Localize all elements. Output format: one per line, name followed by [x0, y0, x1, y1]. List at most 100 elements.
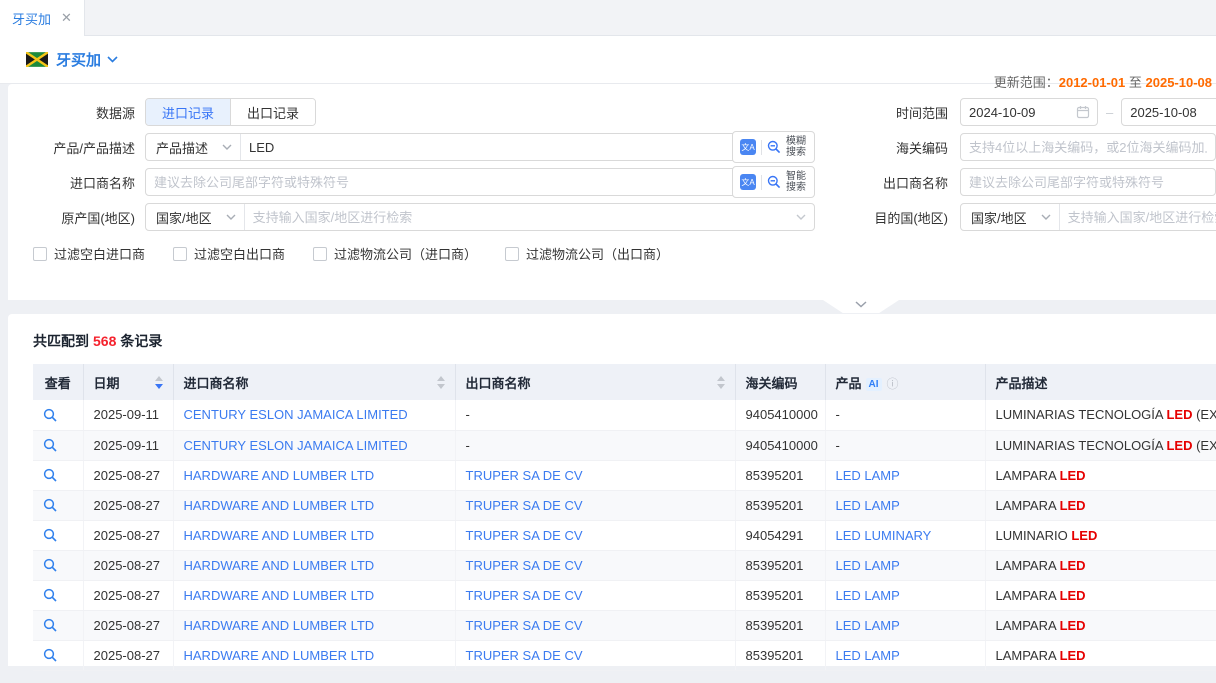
product-link[interactable]: LED LAMP — [836, 558, 900, 573]
fuzzy-search-button[interactable]: 文A 模糊搜索 — [732, 131, 815, 163]
product-cell[interactable]: LED LAMP — [825, 490, 985, 520]
product-cell[interactable]: LED LAMP — [825, 610, 985, 640]
exporter-cell[interactable]: TRUPER SA DE CV — [455, 490, 735, 520]
close-icon[interactable]: ✕ — [61, 10, 72, 26]
importer-link[interactable]: HARDWARE AND LUMBER LTD — [184, 498, 375, 513]
origin-country-select[interactable]: 国家/地区 — [146, 204, 245, 230]
importer-name-input[interactable] — [146, 169, 714, 195]
product-cell[interactable]: LED LAMP — [825, 580, 985, 610]
importer-cell[interactable]: HARDWARE AND LUMBER LTD — [173, 610, 455, 640]
exporter-cell[interactable]: TRUPER SA DE CV — [455, 460, 735, 490]
importer-link[interactable]: HARDWARE AND LUMBER LTD — [184, 468, 375, 483]
view-detail-icon[interactable] — [43, 408, 57, 422]
view-detail-cell[interactable] — [33, 520, 83, 550]
view-detail-icon[interactable] — [43, 438, 57, 452]
exporter-link[interactable]: TRUPER SA DE CV — [466, 618, 583, 633]
smart-search-button[interactable]: 文A 智能搜索 — [732, 166, 815, 198]
column-header-date[interactable]: 日期 — [83, 364, 173, 400]
exporter-cell[interactable]: TRUPER SA DE CV — [455, 580, 735, 610]
view-detail-cell[interactable] — [33, 490, 83, 520]
importer-sort-icon[interactable] — [437, 376, 445, 389]
product-link[interactable]: LED LAMP — [836, 648, 900, 663]
product-cell[interactable]: LED LAMP — [825, 640, 985, 670]
date-sort-icon[interactable] — [155, 376, 163, 389]
exporter-link[interactable]: TRUPER SA DE CV — [466, 588, 583, 603]
view-detail-icon[interactable] — [43, 468, 57, 482]
chevron-down-icon[interactable] — [107, 56, 118, 63]
importer-link[interactable]: CENTURY ESLON JAMAICA LIMITED — [184, 438, 408, 453]
exporter-link[interactable]: TRUPER SA DE CV — [466, 498, 583, 513]
product-link[interactable]: LED LUMINARY — [836, 528, 932, 543]
exporter-link[interactable]: TRUPER SA DE CV — [466, 648, 583, 663]
hs-code-label: 海关编码 — [815, 138, 960, 157]
view-detail-cell[interactable] — [33, 550, 83, 580]
product-link[interactable]: LED LAMP — [836, 588, 900, 603]
view-detail-icon[interactable] — [43, 648, 57, 662]
importer-link[interactable]: HARDWARE AND LUMBER LTD — [184, 648, 375, 663]
product-cell[interactable]: LED LUMINARY — [825, 520, 985, 550]
view-detail-cell[interactable] — [33, 460, 83, 490]
importer-cell[interactable]: HARDWARE AND LUMBER LTD — [173, 460, 455, 490]
hs-code-input[interactable] — [960, 133, 1216, 161]
column-header-importer[interactable]: 进口商名称 — [173, 364, 455, 400]
end-date-input[interactable] — [1121, 98, 1216, 126]
calendar-icon[interactable] — [1076, 105, 1090, 119]
product-link[interactable]: LED LAMP — [836, 468, 900, 483]
importer-cell[interactable]: CENTURY ESLON JAMAICA LIMITED — [173, 400, 455, 430]
filter-logistics-exporter-checkbox[interactable] — [505, 247, 519, 261]
importer-link[interactable]: CENTURY ESLON JAMAICA LIMITED — [184, 407, 408, 422]
filter-blank-exporter-checkbox[interactable] — [173, 247, 187, 261]
product-link[interactable]: LED LAMP — [836, 498, 900, 513]
view-detail-icon[interactable] — [43, 618, 57, 632]
destination-country-select[interactable]: 国家/地区 — [961, 204, 1060, 230]
exporter-sort-icon[interactable] — [717, 376, 725, 389]
column-header-exporter[interactable]: 出口商名称 — [455, 364, 735, 400]
exporter-cell[interactable]: TRUPER SA DE CV — [455, 520, 735, 550]
tab-jamaica[interactable]: 牙买加 ✕ — [0, 0, 85, 36]
view-detail-cell[interactable] — [33, 580, 83, 610]
importer-cell[interactable]: HARDWARE AND LUMBER LTD — [173, 490, 455, 520]
translate-icon[interactable]: 文A — [740, 174, 756, 190]
exporter-cell[interactable]: TRUPER SA DE CV — [455, 610, 735, 640]
importer-link[interactable]: HARDWARE AND LUMBER LTD — [184, 618, 375, 633]
chevron-down-icon[interactable] — [796, 214, 806, 220]
country-name[interactable]: 牙买加 — [56, 49, 101, 70]
product-field-select[interactable]: 产品描述 — [146, 134, 241, 160]
importer-cell[interactable]: HARDWARE AND LUMBER LTD — [173, 520, 455, 550]
filter-blank-importer-checkbox[interactable] — [33, 247, 47, 261]
importer-cell[interactable]: HARDWARE AND LUMBER LTD — [173, 580, 455, 610]
destination-country-input[interactable] — [1060, 204, 1216, 230]
importer-link[interactable]: HARDWARE AND LUMBER LTD — [184, 558, 375, 573]
exporter-name-input[interactable] — [960, 168, 1216, 196]
view-detail-icon[interactable] — [43, 498, 57, 512]
exporter-cell[interactable]: TRUPER SA DE CV — [455, 550, 735, 580]
view-detail-cell[interactable] — [33, 430, 83, 460]
origin-country-input[interactable] — [245, 204, 796, 230]
product-search-input[interactable] — [241, 134, 714, 160]
importer-cell[interactable]: HARDWARE AND LUMBER LTD — [173, 550, 455, 580]
exporter-link[interactable]: TRUPER SA DE CV — [466, 528, 583, 543]
exporter-cell[interactable]: TRUPER SA DE CV — [455, 640, 735, 670]
info-icon[interactable]: ⓘ — [887, 377, 899, 391]
chevron-down-icon — [226, 214, 236, 220]
exporter-link[interactable]: TRUPER SA DE CV — [466, 558, 583, 573]
view-detail-cell[interactable] — [33, 640, 83, 670]
view-detail-icon[interactable] — [43, 588, 57, 602]
product-link[interactable]: LED LAMP — [836, 618, 900, 633]
view-detail-icon[interactable] — [43, 558, 57, 572]
view-detail-cell[interactable] — [33, 610, 83, 640]
view-detail-cell[interactable] — [33, 400, 83, 430]
product-cell[interactable]: LED LAMP — [825, 460, 985, 490]
importer-cell[interactable]: HARDWARE AND LUMBER LTD — [173, 640, 455, 670]
importer-link[interactable]: HARDWARE AND LUMBER LTD — [184, 588, 375, 603]
translate-icon[interactable]: 文A — [740, 139, 756, 155]
filter-logistics-importer-checkbox[interactable] — [313, 247, 327, 261]
import-records-tab[interactable]: 进口记录 — [146, 99, 230, 125]
export-records-tab[interactable]: 出口记录 — [230, 99, 315, 125]
importer-cell[interactable]: CENTURY ESLON JAMAICA LIMITED — [173, 430, 455, 460]
product-cell[interactable]: LED LAMP — [825, 550, 985, 580]
exporter-link[interactable]: TRUPER SA DE CV — [466, 468, 583, 483]
view-detail-icon[interactable] — [43, 528, 57, 542]
time-range-label: 时间范围 — [815, 103, 960, 122]
importer-link[interactable]: HARDWARE AND LUMBER LTD — [184, 528, 375, 543]
